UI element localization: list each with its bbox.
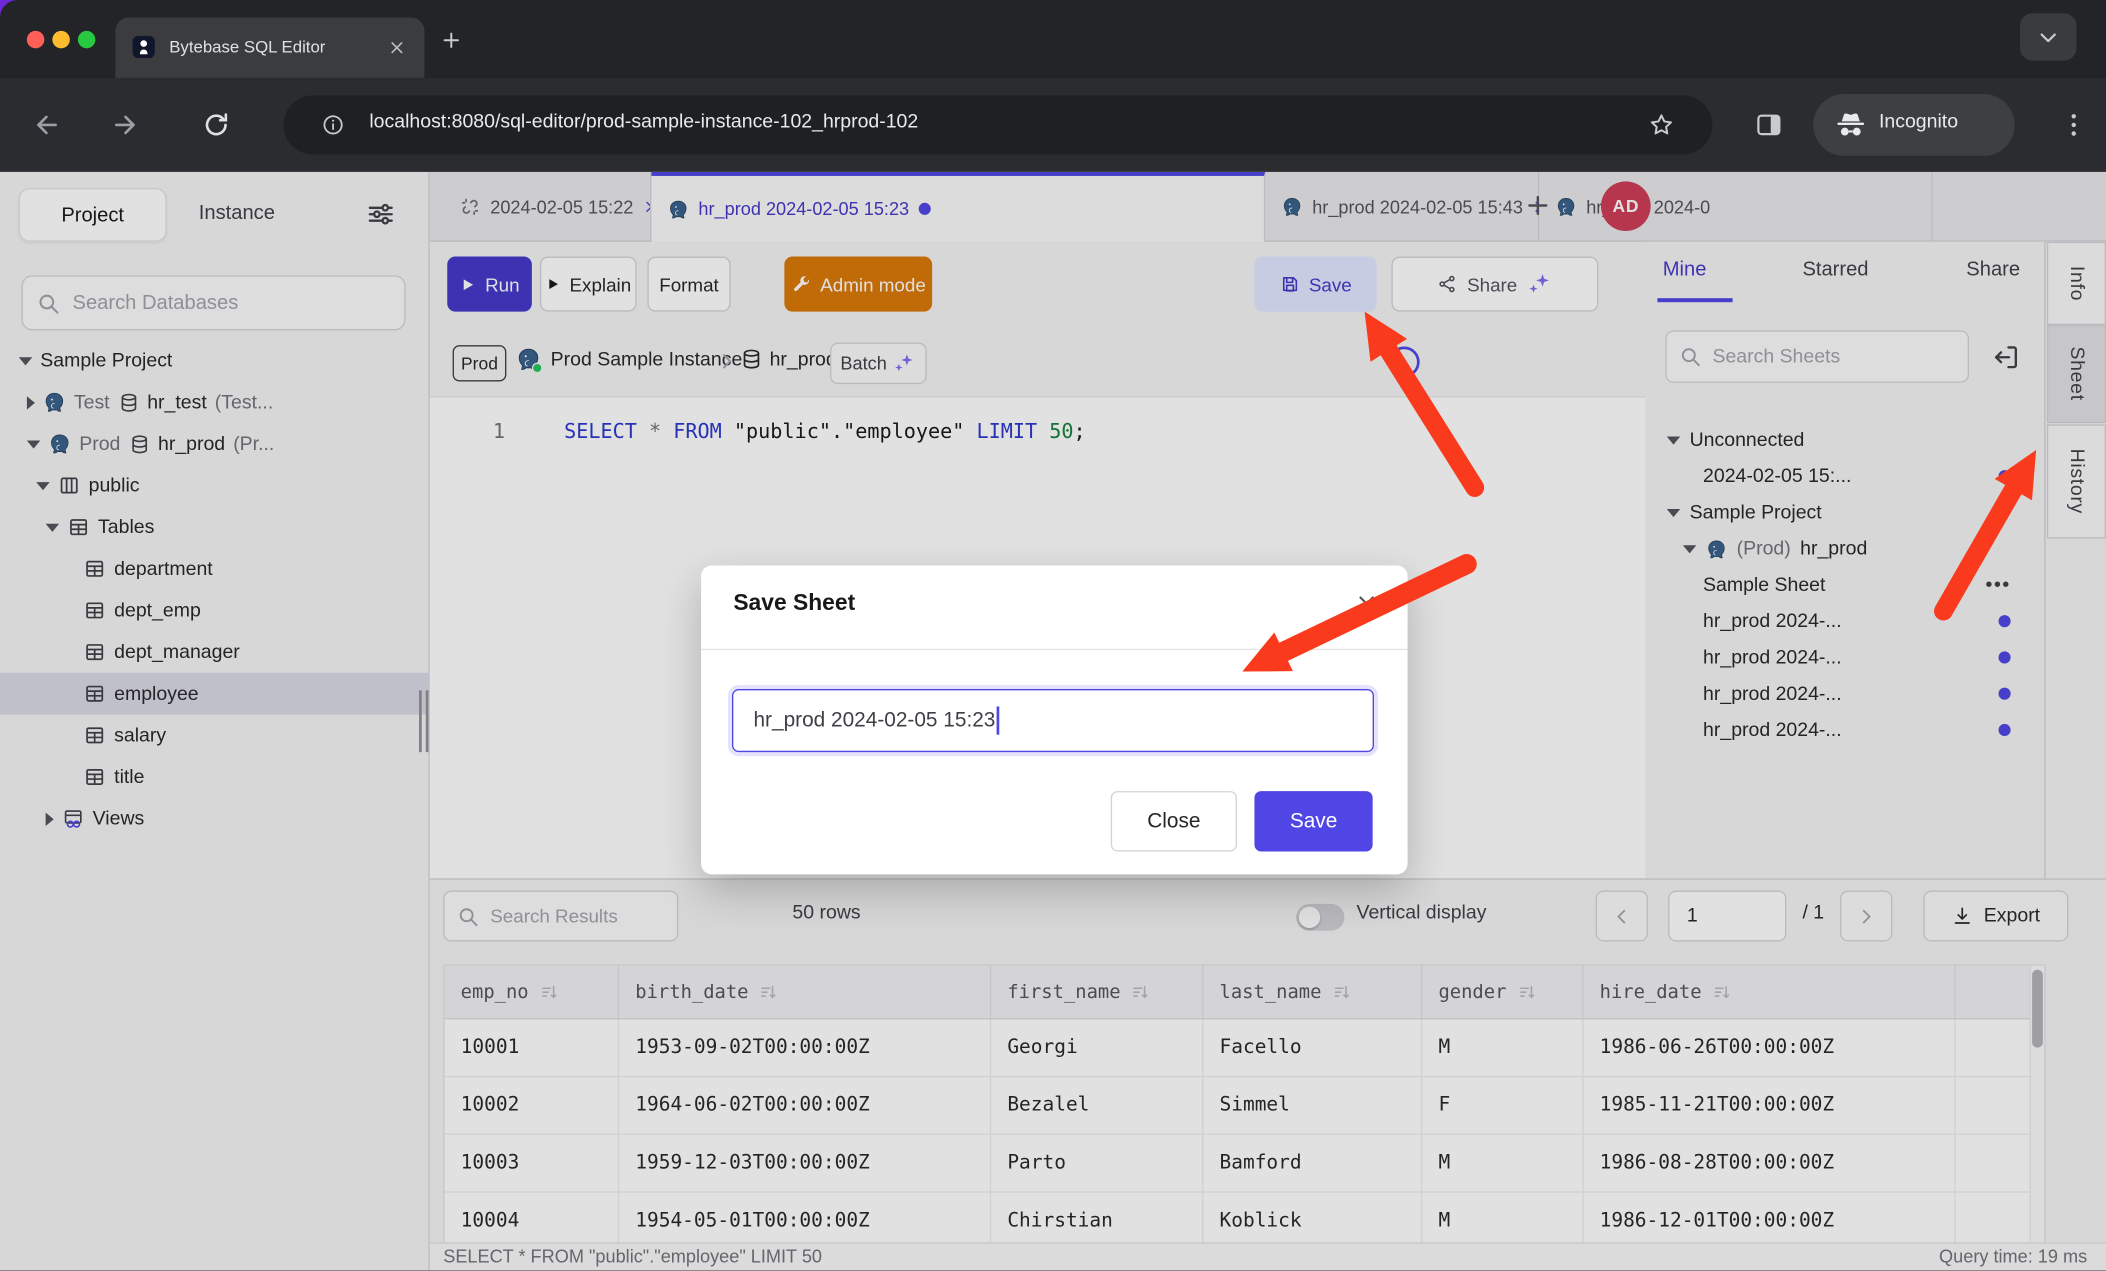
browser-menu-icon[interactable]	[2059, 110, 2089, 140]
back-icon[interactable]	[32, 110, 62, 140]
browser-tab[interactable]: Bytebase SQL Editor	[116, 17, 425, 77]
dialog-save-button[interactable]: Save	[1254, 791, 1372, 851]
sheet-name-value: hr_prod 2024-02-05 15:23	[753, 708, 995, 732]
browser-navbar: localhost:8080/sql-editor/prod-sample-in…	[0, 78, 2106, 172]
incognito-label: Incognito	[1879, 111, 1958, 132]
url-text: localhost:8080/sql-editor/prod-sample-in…	[369, 111, 918, 132]
reload-icon[interactable]	[201, 110, 231, 140]
dialog-divider	[701, 649, 1407, 650]
forward-icon[interactable]	[110, 110, 140, 140]
dialog-save-label: Save	[1290, 809, 1337, 833]
save-sheet-dialog: Save Sheet hr_prod 2024-02-05 15:23 Clos…	[701, 565, 1407, 874]
new-tab-button[interactable]	[441, 30, 462, 51]
dialog-title: Save Sheet	[733, 590, 855, 617]
chevron-down-icon	[2036, 26, 2060, 50]
browser-tab-title: Bytebase SQL Editor	[169, 38, 325, 57]
address-bar[interactable]: localhost:8080/sql-editor/prod-sample-in…	[283, 95, 1712, 154]
browser-tab-strip: Bytebase SQL Editor	[0, 0, 2106, 78]
incognito-badge: Incognito	[1813, 94, 2014, 156]
text-cursor	[997, 706, 999, 734]
tab-close-icon[interactable]	[388, 39, 405, 56]
side-panel-icon[interactable]	[1754, 110, 1784, 140]
screenshot-stage: Bytebase SQL Editor localhost:8080/sql-e…	[0, 0, 2106, 1271]
dialog-close-icon[interactable]	[1355, 592, 1378, 615]
tab-search-button[interactable]	[2020, 13, 2076, 60]
window-close-button[interactable]	[26, 31, 43, 48]
site-info-icon[interactable]	[321, 113, 345, 137]
bookmark-star-icon[interactable]	[1648, 111, 1675, 138]
bytebase-favicon-icon	[132, 35, 156, 59]
sheet-name-input[interactable]: hr_prod 2024-02-05 15:23	[732, 689, 1374, 752]
window-minimize-button[interactable]	[52, 31, 69, 48]
incognito-icon	[1833, 107, 1868, 142]
dialog-close-button[interactable]: Close	[1111, 791, 1237, 851]
bytebase-app: Project Instance Search Databases Sample…	[0, 172, 2106, 1271]
window-zoom-button[interactable]	[77, 31, 94, 48]
dialog-close-label: Close	[1147, 809, 1200, 833]
